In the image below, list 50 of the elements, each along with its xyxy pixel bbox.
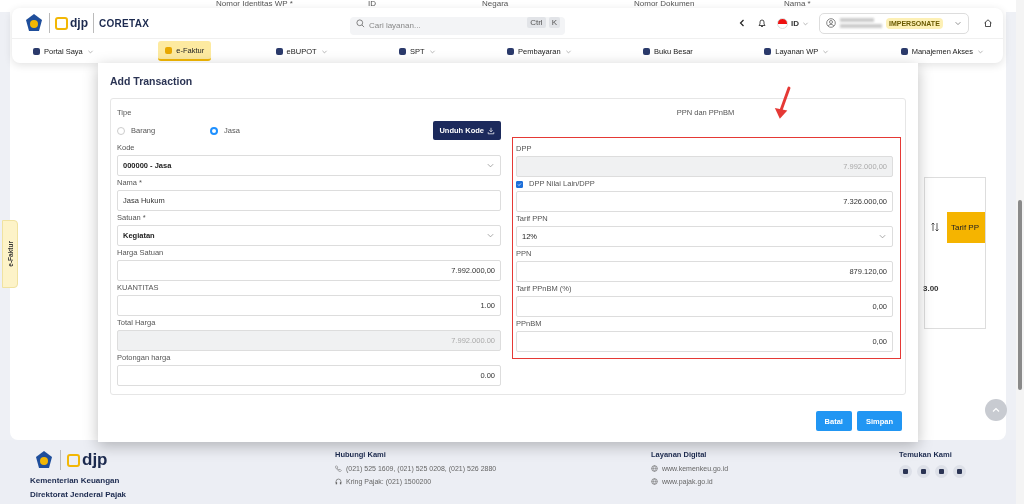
menu-icon <box>764 47 772 55</box>
caret-icon <box>954 19 962 27</box>
menu-icon <box>165 46 173 54</box>
download-icon <box>487 126 495 135</box>
organization-name: Kementerian Keuangan <box>30 475 121 487</box>
column-header: Negara <box>482 0 510 8</box>
flag-icon <box>777 17 788 29</box>
organization-name: Direktorat Jenderal Pajak <box>30 489 128 501</box>
chevron-down-icon <box>486 231 495 240</box>
menu-icon <box>507 47 515 55</box>
chevron-up-icon <box>991 405 1001 415</box>
chevron-left-icon[interactable] <box>737 18 747 28</box>
emblem-icon <box>24 13 44 33</box>
menu-icon <box>900 47 908 55</box>
column-header: Nama * <box>784 0 811 8</box>
chevron-down-icon <box>878 232 887 241</box>
language-selector[interactable]: ID <box>777 17 809 29</box>
shortcut-key: Ctrl <box>527 17 546 28</box>
column-header: Nomor Dokumen <box>634 0 696 8</box>
shortcut-key: K <box>548 17 560 28</box>
globe-icon <box>651 478 658 485</box>
checkbox[interactable] <box>516 180 523 188</box>
home-icon[interactable] <box>983 18 993 28</box>
column-header: ID <box>368 0 377 8</box>
headset-icon <box>335 478 342 485</box>
phone-icon <box>335 465 342 472</box>
emblem-icon <box>34 450 54 470</box>
globe-icon <box>651 465 658 472</box>
table-cell-text: 3.00 <box>923 284 940 293</box>
column-header: Nomor Identitas WP * <box>216 0 294 8</box>
social-icon[interactable] <box>935 465 948 478</box>
product-name: CORETAX <box>99 17 150 29</box>
modal-title: Add Transaction <box>110 74 194 88</box>
menu-icon <box>33 47 40 55</box>
logo-text: djp <box>67 450 108 470</box>
social-icon[interactable] <box>953 465 966 478</box>
notification-icon[interactable] <box>757 18 767 28</box>
scrollbar[interactable] <box>1016 0 1024 504</box>
blurred-name <box>840 18 882 28</box>
chevron-down-icon <box>486 161 495 170</box>
social-icon[interactable] <box>917 465 930 478</box>
menu-icon <box>275 47 283 55</box>
search-icon <box>356 18 365 28</box>
menu-icon <box>643 47 651 55</box>
menu-icon <box>399 47 407 55</box>
column-header: Tarif PP <box>947 211 985 243</box>
social-icon[interactable] <box>899 465 912 478</box>
user-icon <box>826 18 836 28</box>
sort-icon[interactable] <box>931 222 939 232</box>
logo-text: djp <box>55 16 88 30</box>
